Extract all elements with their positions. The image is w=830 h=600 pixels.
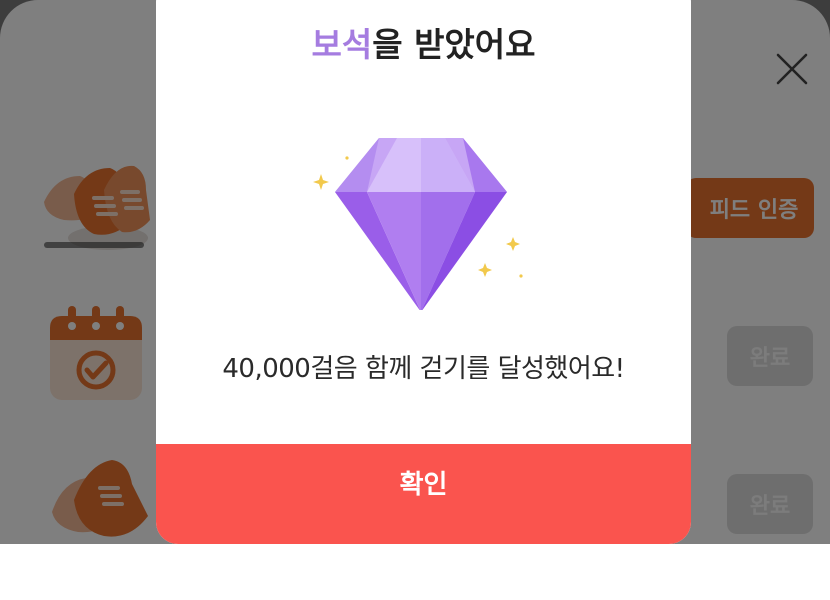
reward-message: 40,000걸음 함께 걷기를 달성했어요! [222,354,625,384]
reward-modal: 보석을 받았어요 40,000걸음 함께 걷기를 달성했어요! 확인 [156,0,691,544]
title-rest: 을 받았어요 [372,25,536,64]
title-accent: 보석 [311,25,373,64]
confirm-button[interactable]: 확인 [156,444,691,544]
modal-title: 보석을 받았어요 [156,18,691,66]
gem-icon [313,138,523,310]
close-icon[interactable] [768,45,816,93]
